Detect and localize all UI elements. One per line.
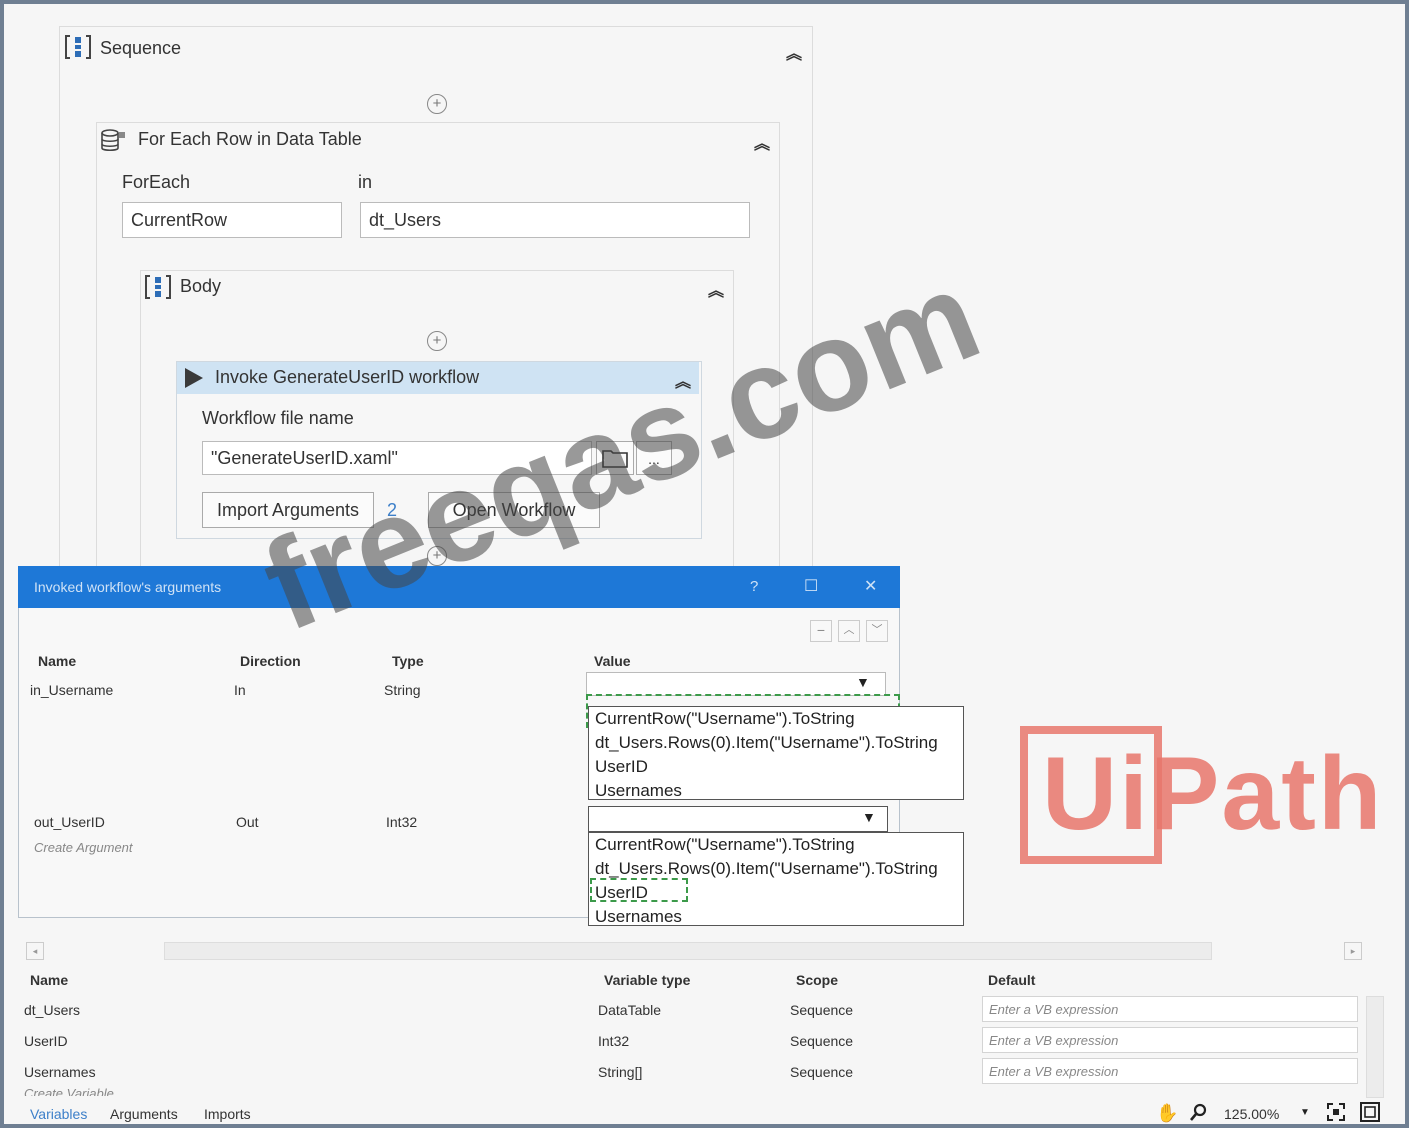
value-dropdown-list[interactable]: CurrentRow("Username").ToString dt_Users…: [588, 706, 964, 800]
value-input[interactable]: [586, 672, 886, 696]
dropdown-option[interactable]: Usernames: [595, 779, 957, 803]
bottom-tab-imports[interactable]: Imports: [204, 1106, 251, 1122]
var-type[interactable]: DataTable: [598, 1002, 661, 1018]
maximize-button[interactable]: ☐: [804, 576, 818, 596]
dropdown-option[interactable]: Usernames: [595, 905, 957, 929]
add-activity-icon[interactable]: +: [427, 331, 447, 351]
var-default-input[interactable]: Enter a VB expression: [982, 1058, 1358, 1084]
designer-panel: Sequence ︽ + For Each Row in Data Table …: [0, 0, 1409, 1128]
dialog-title: Invoked workflow's arguments: [34, 579, 222, 595]
sequence-icon: [64, 34, 92, 65]
add-activity-icon[interactable]: +: [427, 94, 447, 114]
body-icon: [144, 274, 172, 305]
arg-type[interactable]: String: [384, 682, 421, 698]
remove-argument-icon[interactable]: −: [810, 620, 832, 642]
var-type[interactable]: String[]: [598, 1064, 642, 1080]
vertical-scrollbar[interactable]: [1366, 996, 1384, 1098]
invoke-title: Invoke GenerateUserID workflow: [215, 367, 480, 387]
col-value: Value: [594, 653, 631, 669]
value-input[interactable]: [588, 806, 888, 832]
dropdown-option[interactable]: CurrentRow("Username").ToString: [595, 833, 957, 857]
create-argument-link[interactable]: Create Argument: [34, 840, 133, 855]
close-button[interactable]: ✕: [864, 576, 877, 596]
body-title: Body: [180, 276, 222, 296]
foreach-item-input[interactable]: CurrentRow: [122, 202, 342, 238]
dropdown-arrow-icon[interactable]: ▼: [862, 809, 876, 825]
dropdown-option[interactable]: CurrentRow("Username").ToString: [595, 707, 957, 731]
var-type[interactable]: Int32: [598, 1033, 629, 1049]
pan-icon[interactable]: ✋: [1156, 1103, 1178, 1124]
collapse-body-icon[interactable]: ︽: [708, 277, 724, 301]
foreach-collection-input[interactable]: dt_Users: [360, 202, 750, 238]
workflow-file-label: Workflow file name: [202, 408, 354, 428]
zoom-level[interactable]: 125.00%: [1224, 1106, 1279, 1122]
var-name[interactable]: Usernames: [24, 1064, 96, 1080]
move-up-icon[interactable]: ︿: [838, 620, 860, 642]
selection-highlight: [590, 878, 688, 902]
create-variable-link[interactable]: Create Variable: [24, 1088, 114, 1096]
search-icon[interactable]: [1190, 1103, 1208, 1126]
fit-to-screen-icon[interactable]: [1326, 1102, 1346, 1127]
foreach-label: ForEach: [122, 172, 191, 192]
dropdown-arrow-icon[interactable]: ▼: [856, 674, 870, 690]
datatable-icon: [100, 128, 128, 159]
arg-type[interactable]: Int32: [386, 814, 417, 830]
create-variable-label: Create Variable: [24, 1088, 114, 1096]
var-col-name: Name: [30, 972, 69, 988]
var-col-scope: Scope: [796, 972, 839, 988]
arg-direction[interactable]: Out: [236, 814, 259, 830]
move-down-icon[interactable]: ﹀: [866, 620, 888, 642]
var-name[interactable]: UserID: [24, 1033, 68, 1049]
arg-name[interactable]: out_UserID: [34, 814, 105, 830]
collapse-foreach-icon[interactable]: ︽: [754, 130, 770, 154]
uipath-logo: UiPath: [1020, 726, 1408, 868]
var-scope[interactable]: Sequence: [790, 1033, 853, 1049]
col-name: Name: [38, 653, 77, 669]
var-scope[interactable]: Sequence: [790, 1002, 853, 1018]
bottom-tab-arguments[interactable]: Arguments: [110, 1106, 178, 1122]
logo-text: UiPath: [1042, 736, 1384, 852]
in-label: in: [358, 172, 373, 192]
col-direction: Direction: [240, 653, 301, 669]
var-name[interactable]: dt_Users: [24, 1002, 80, 1018]
bottom-tab-variables[interactable]: Variables: [30, 1106, 87, 1122]
var-col-type: Variable type: [604, 972, 691, 988]
help-button[interactable]: ?: [750, 578, 758, 595]
var-scope[interactable]: Sequence: [790, 1064, 853, 1080]
foreach-title: For Each Row in Data Table: [138, 129, 362, 149]
horizontal-scrollbar[interactable]: [164, 942, 1212, 960]
var-default-input[interactable]: Enter a VB expression: [982, 996, 1358, 1022]
var-default-input[interactable]: Enter a VB expression: [982, 1027, 1358, 1053]
collapse-sequence-icon[interactable]: ︽: [786, 40, 802, 64]
arg-direction[interactable]: In: [234, 682, 246, 698]
scroll-right-icon[interactable]: ▸: [1344, 942, 1362, 960]
play-icon: [182, 366, 206, 395]
dropdown-option[interactable]: UserID: [595, 755, 957, 779]
zoom-dropdown-icon[interactable]: ▼: [1300, 1107, 1310, 1118]
scroll-left-icon[interactable]: ◂: [26, 942, 44, 960]
dropdown-option[interactable]: dt_Users.Rows(0).Item("Username").ToStri…: [595, 731, 957, 755]
sequence-title: Sequence: [100, 38, 182, 58]
col-type: Type: [392, 653, 424, 669]
var-col-default: Default: [988, 972, 1036, 988]
arg-name[interactable]: in_Username: [30, 682, 113, 698]
overview-icon[interactable]: [1360, 1102, 1380, 1127]
